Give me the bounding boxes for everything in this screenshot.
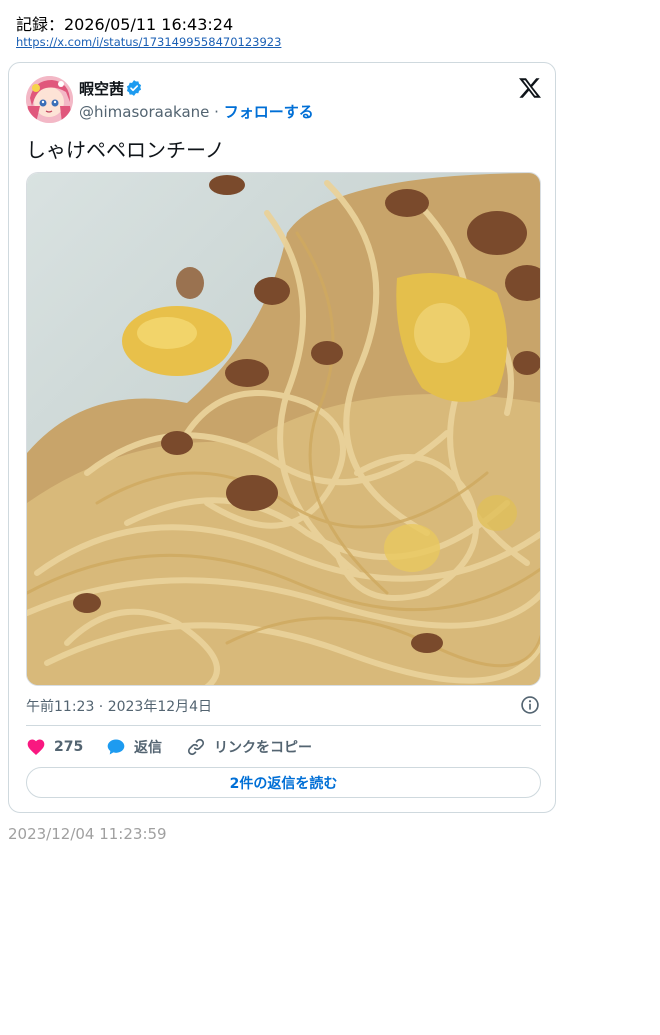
avatar-image xyxy=(26,76,73,123)
verified-badge-icon xyxy=(126,80,142,96)
record-url-link[interactable]: https://x.com/i/status/17314995584701239… xyxy=(16,35,281,49)
speech-bubble-icon xyxy=(107,739,125,755)
author-name[interactable]: 暇空茜 xyxy=(79,78,124,99)
reply-button[interactable]: 返信 xyxy=(106,736,162,758)
x-logo-icon[interactable] xyxy=(518,76,542,100)
tweet-text: しゃけペペロンチーノ xyxy=(26,138,225,162)
likes-count: 275 xyxy=(54,739,84,755)
saved-time: 2023/12/04 11:23:59 xyxy=(8,825,167,843)
like-button[interactable]: 275 xyxy=(26,736,83,758)
link-icon xyxy=(187,738,205,756)
info-icon[interactable] xyxy=(520,695,540,715)
heart-icon xyxy=(27,739,45,755)
pasta-photo xyxy=(27,173,540,685)
copy-link-button[interactable]: リンクをコピー xyxy=(186,736,312,758)
author-handle[interactable]: @himasoraakane xyxy=(79,103,209,121)
avatar[interactable] xyxy=(26,76,73,123)
tweet-card: 暇空茜 @himasoraakane · フォローする しゃけペペロンチーノ 午… xyxy=(8,62,556,813)
tweet-photo[interactable] xyxy=(26,172,541,686)
handle-separator: · xyxy=(209,103,224,121)
follow-button[interactable]: フォローする xyxy=(224,103,314,121)
tweet-timestamp[interactable]: 午前11:23 · 2023年12月4日 xyxy=(26,696,212,716)
handle-line: @himasoraakane · フォローする xyxy=(79,101,314,122)
copy-link-label: リンクをコピー xyxy=(214,740,312,756)
divider xyxy=(26,725,541,726)
record-timestamp: 記録：2026/05/11 16:43:24 xyxy=(16,15,234,34)
read-replies-button[interactable]: 2件の返信を読む xyxy=(26,767,541,798)
reply-label: 返信 xyxy=(134,740,162,756)
